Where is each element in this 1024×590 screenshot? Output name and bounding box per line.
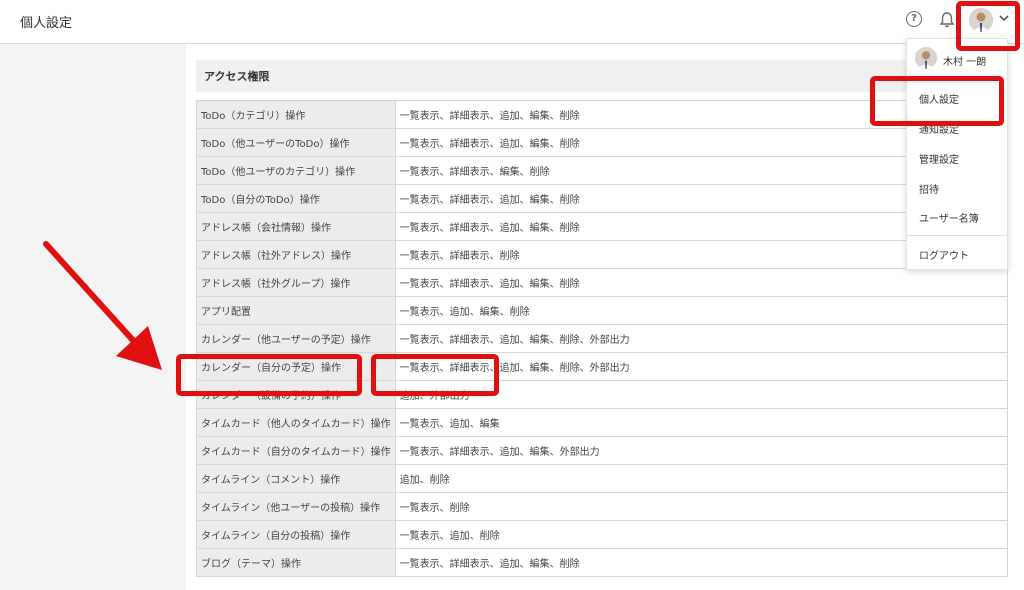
table-row: アドレス帳（会社情報）操作 一覧表示、詳細表示、追加、編集、削除 xyxy=(196,212,1009,241)
highlight-personal-settings-box xyxy=(870,76,1004,126)
permission-name: アプリ配置 xyxy=(196,296,396,325)
bell-icon[interactable] xyxy=(938,11,956,29)
permission-value: 追加、削除 xyxy=(394,464,1009,493)
table-row: タイムカード（自分のタイムカード）操作 一覧表示、詳細表示、追加、編集、外部出力 xyxy=(196,436,1009,465)
permission-name: ToDo（他ユーザーのToDo）操作 xyxy=(196,128,396,157)
permission-name: ToDo（自分のToDo）操作 xyxy=(196,184,396,213)
permission-name: タイムライン（他ユーザーの投稿）操作 xyxy=(196,492,396,521)
table-row: ブログ（テーマ）操作 一覧表示、詳細表示、追加、編集、削除 xyxy=(196,548,1009,577)
menu-item-admin-settings[interactable]: 管理設定 xyxy=(919,151,959,166)
permission-name: タイムライン（コメント）操作 xyxy=(196,464,396,493)
help-icon[interactable]: ? xyxy=(906,11,922,27)
menu-item-invite[interactable]: 招待 xyxy=(919,181,939,196)
table-row: タイムライン（他ユーザーの投稿）操作 一覧表示、削除 xyxy=(196,492,1009,521)
table-row: タイムライン（コメント）操作 追加、削除 xyxy=(196,464,1009,493)
permission-value: 一覧表示、詳細表示、追加、編集、削除 xyxy=(394,548,1009,577)
top-bar: 個人設定 ? xyxy=(0,0,1024,44)
table-row: タイムカード（他人のタイムカード）操作 一覧表示、追加、編集 xyxy=(196,408,1009,437)
permission-name: アドレス帳（社外アドレス）操作 xyxy=(196,240,396,269)
permission-name: タイムカード（自分のタイムカード）操作 xyxy=(196,436,396,465)
highlight-avatar-box xyxy=(956,1,1020,51)
user-menu: 木村 一朗 個人設定 通知設定 管理設定 招待 ユーザー名簿 ログアウト xyxy=(906,38,1008,270)
permission-name: ToDo（カテゴリ）操作 xyxy=(196,100,396,129)
table-row: ToDo（他ユーザのカテゴリ）操作 一覧表示、詳細表示、編集、削除 xyxy=(196,156,1009,185)
highlight-calendar-row-box xyxy=(176,354,362,396)
table-row: アプリ配置 一覧表示、追加、編集、削除 xyxy=(196,296,1009,325)
section-title: アクセス権限 xyxy=(204,70,270,83)
table-row: ToDo（他ユーザーのToDo）操作 一覧表示、詳細表示、追加、編集、削除 xyxy=(196,128,1009,157)
permissions-table: ToDo（カテゴリ）操作一覧表示、詳細表示、追加、編集、削除 ToDo（他ユーザ… xyxy=(196,100,1009,577)
permission-name: ブログ（テーマ）操作 xyxy=(196,548,396,577)
permission-value: 一覧表示、削除 xyxy=(394,492,1009,521)
menu-user-name: 木村 一朗 xyxy=(943,57,987,68)
permission-value: 一覧表示、追加、編集 xyxy=(394,408,1009,437)
table-row: アドレス帳（社外アドレス）操作 一覧表示、詳細表示、削除 xyxy=(196,240,1009,269)
menu-item-user-directory[interactable]: ユーザー名簿 xyxy=(919,210,979,225)
permission-value: 一覧表示、詳細表示、追加、編集、削除 xyxy=(394,268,1009,297)
permission-value: 一覧表示、追加、削除 xyxy=(394,520,1009,549)
permission-value: 一覧表示、追加、編集、削除 xyxy=(394,296,1009,325)
menu-item-logout[interactable]: ログアウト xyxy=(919,247,969,262)
table-row: ToDo（自分のToDo）操作 一覧表示、詳細表示、追加、編集、削除 xyxy=(196,184,1009,213)
avatar xyxy=(915,47,937,69)
permission-value: 一覧表示、詳細表示、追加、編集、外部出力 xyxy=(394,436,1009,465)
permission-value: 一覧表示、詳細表示、追加、編集、削除、外部出力 xyxy=(394,324,1009,353)
annotation-arrow-icon xyxy=(43,241,162,370)
page-title: 個人設定 xyxy=(20,16,73,31)
permission-name: タイムライン（自分の投稿）操作 xyxy=(196,520,396,549)
highlight-calendar-value-box xyxy=(371,354,499,396)
permission-name: アドレス帳（社外グループ）操作 xyxy=(196,268,396,297)
menu-divider xyxy=(907,235,1007,236)
permission-name: カレンダー（他ユーザーの予定）操作 xyxy=(196,324,396,353)
permission-name: ToDo（他ユーザのカテゴリ）操作 xyxy=(196,156,396,185)
table-row: カレンダー（他ユーザーの予定）操作 一覧表示、詳細表示、追加、編集、削除、外部出力 xyxy=(196,324,1009,353)
permission-name: アドレス帳（会社情報）操作 xyxy=(196,212,396,241)
permission-name: タイムカード（他人のタイムカード）操作 xyxy=(196,408,396,437)
table-row: アドレス帳（社外グループ）操作 一覧表示、詳細表示、追加、編集、削除 xyxy=(196,268,1009,297)
table-row: タイムライン（自分の投稿）操作 一覧表示、追加、削除 xyxy=(196,520,1009,549)
